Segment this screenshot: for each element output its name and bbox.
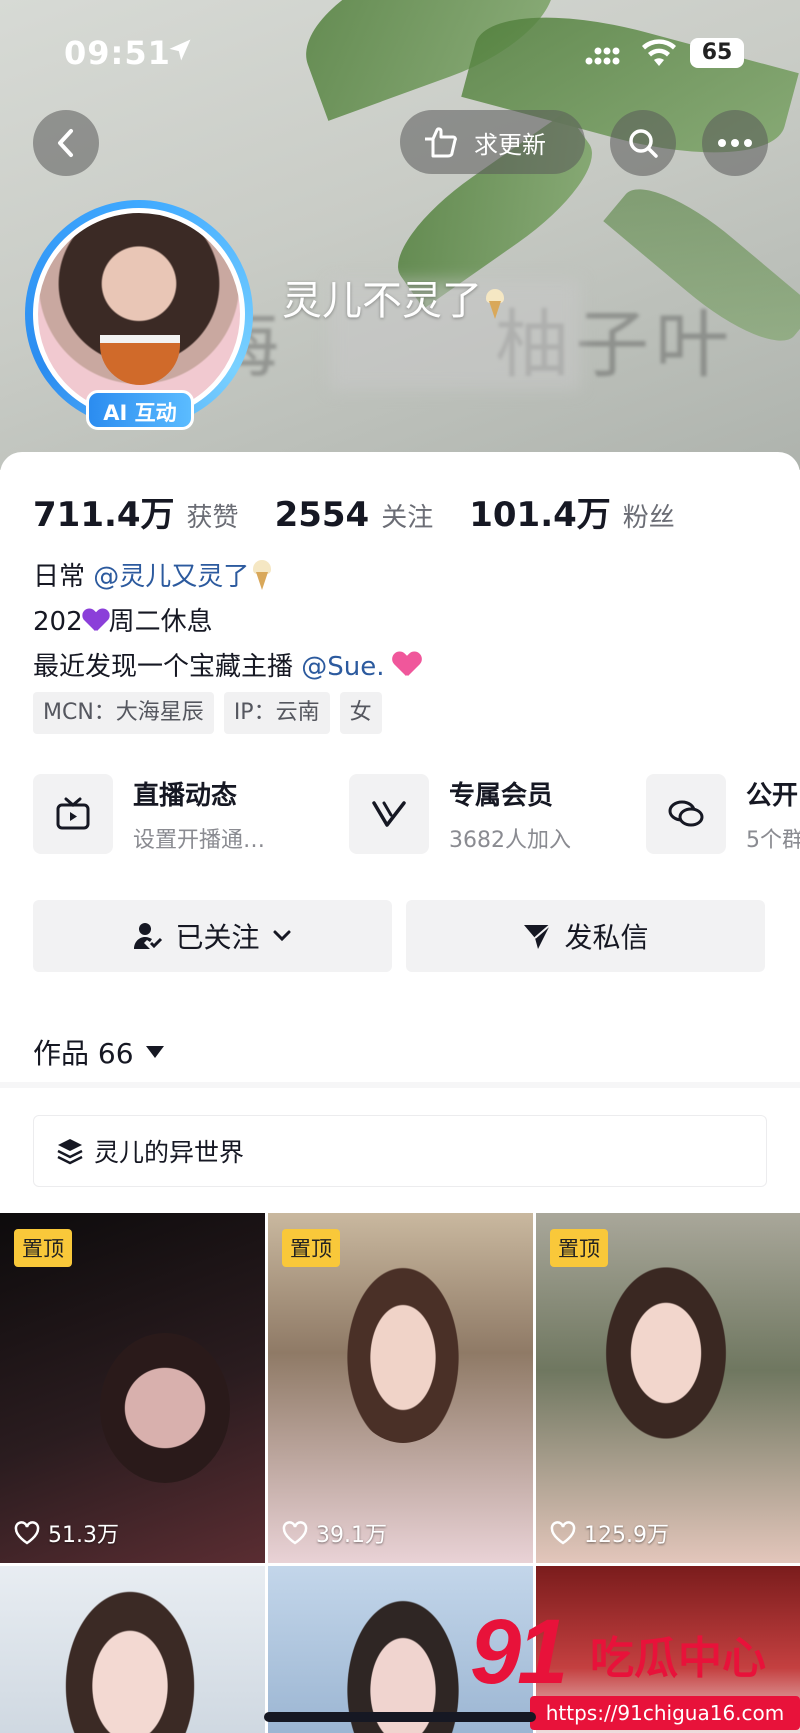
feature-entries: 直播动态 设置开播通… 专属会员 3682人加入 公开 5个群 — [33, 772, 800, 856]
heart-outline-icon — [550, 1521, 576, 1545]
section-divider — [0, 1082, 800, 1088]
followed-label: 已关注 — [175, 921, 260, 954]
feature-title: 直播动态 — [133, 780, 238, 811]
works-count-label: 作品 66 — [33, 1037, 134, 1070]
feature-subtitle: 3682人加入 — [449, 827, 571, 853]
status-bar: 09:51 65 — [0, 0, 800, 100]
feature-exclusive-membership[interactable]: 专属会员 3682人加入 — [349, 772, 571, 856]
location-arrow-icon — [169, 39, 191, 61]
vip-v-icon — [372, 801, 406, 827]
pink-heart-icon — [393, 652, 421, 678]
followers-label: 粉丝 — [622, 503, 675, 533]
tag-ip-location: IP：云南 — [223, 692, 330, 734]
followers-count[interactable]: 101.4万 — [469, 487, 611, 536]
tag-mcn[interactable]: MCN：大海星辰 — [33, 692, 214, 734]
feature-subtitle: 设置开播通… — [133, 827, 266, 853]
layers-icon — [57, 1139, 83, 1165]
ice-cream-icon — [253, 560, 272, 590]
send-message-label: 发私信 — [564, 921, 649, 954]
pointing-hand-icon — [425, 127, 457, 158]
collection-entry[interactable]: 灵儿的异世界 — [33, 1115, 767, 1187]
tv-icon — [56, 797, 90, 830]
mention-link-linger[interactable]: @灵儿又灵了 — [93, 562, 249, 592]
request-update-label: 求更新 — [474, 130, 546, 159]
bio-line-2: 202 周二休息 — [33, 607, 213, 637]
search-button[interactable] — [610, 110, 676, 176]
send-paper-plane-icon — [524, 924, 552, 949]
caret-down-icon — [145, 1046, 164, 1058]
chevron-left-icon — [58, 129, 73, 157]
video-likes: 39.1万 — [282, 1517, 387, 1549]
profile-bio: 日常 @灵儿又灵了 202 周二休息 最近发现一个宝藏主播 @Sue. — [33, 555, 421, 690]
bio-line-3: 最近发现一个宝藏主播 @Sue. — [33, 645, 421, 690]
back-button[interactable] — [33, 110, 99, 176]
home-indicator[interactable] — [264, 1712, 536, 1722]
video-thumbnail[interactable] — [0, 1566, 265, 1733]
pinned-badge: 置顶 — [282, 1229, 340, 1267]
ice-cream-icon — [486, 289, 504, 319]
feature-live-updates[interactable]: 直播动态 设置开播通… — [33, 772, 265, 856]
tag-gender: 女 — [339, 692, 382, 734]
heart-outline-icon — [14, 1521, 40, 1545]
feature-title: 公开 — [746, 780, 799, 811]
cellular-signal-icon — [585, 47, 620, 65]
profile-tags: MCN：大海星辰 IP：云南 女 — [33, 692, 382, 734]
more-dots-icon — [718, 139, 752, 147]
purple-heart-icon — [83, 609, 109, 633]
video-thumbnail[interactable]: 置顶 125.9万 — [536, 1213, 800, 1563]
feature-subtitle: 5个群 — [746, 827, 800, 853]
likes-label: 获赞 — [186, 503, 239, 533]
profile-card: 711.4万 获赞 2554 关注 101.4万 粉丝 日常 @灵儿又灵了 20… — [0, 452, 800, 1733]
followed-button[interactable]: 已关注 — [33, 900, 392, 972]
chat-icon — [668, 800, 704, 827]
watermark-logo: 91 — [470, 1601, 568, 1703]
send-message-button[interactable]: 发私信 — [406, 900, 765, 972]
search-icon — [629, 129, 658, 158]
video-thumbnail[interactable]: 置顶 51.3万 — [0, 1213, 265, 1563]
video-likes: 125.9万 — [550, 1517, 669, 1549]
more-options-button[interactable] — [702, 110, 768, 176]
action-buttons: 已关注 发私信 — [33, 900, 765, 972]
battery-indicator: 65 — [690, 38, 744, 68]
collection-label: 灵儿的异世界 — [94, 1138, 245, 1167]
watermark-text: 吃瓜中心 — [590, 1633, 766, 1684]
request-update-button[interactable]: 求更新 — [400, 110, 585, 174]
bio-line-1: 日常 @灵儿又灵了 — [33, 555, 421, 600]
feature-public-groups[interactable]: 公开 5个群 — [646, 772, 800, 856]
pinned-badge: 置顶 — [550, 1229, 608, 1267]
profile-nickname: 灵儿不灵了 — [282, 268, 504, 326]
avatar-image — [33, 208, 245, 420]
mention-link-sue[interactable]: @Sue. — [301, 652, 384, 682]
likes-count[interactable]: 711.4万 — [33, 487, 175, 536]
watermark-url: https://91chigua16.com — [530, 1696, 800, 1730]
works-tab[interactable]: 作品 66 — [33, 1032, 164, 1072]
chevron-down-icon — [273, 930, 290, 942]
video-thumbnail[interactable]: 置顶 39.1万 — [268, 1213, 533, 1563]
video-likes: 51.3万 — [14, 1517, 119, 1549]
following-label: 关注 — [381, 503, 434, 533]
clock: 09:51 — [64, 34, 171, 72]
wifi-icon — [642, 39, 676, 66]
user-check-icon — [134, 923, 163, 949]
heart-outline-icon — [282, 1521, 308, 1545]
feature-title: 专属会员 — [449, 780, 554, 811]
following-count[interactable]: 2554 — [275, 495, 370, 535]
stats-row: 711.4万 获赞 2554 关注 101.4万 粉丝 — [33, 487, 711, 536]
ai-interaction-badge[interactable]: AI 互动 — [86, 390, 194, 430]
pinned-badge: 置顶 — [14, 1229, 72, 1267]
